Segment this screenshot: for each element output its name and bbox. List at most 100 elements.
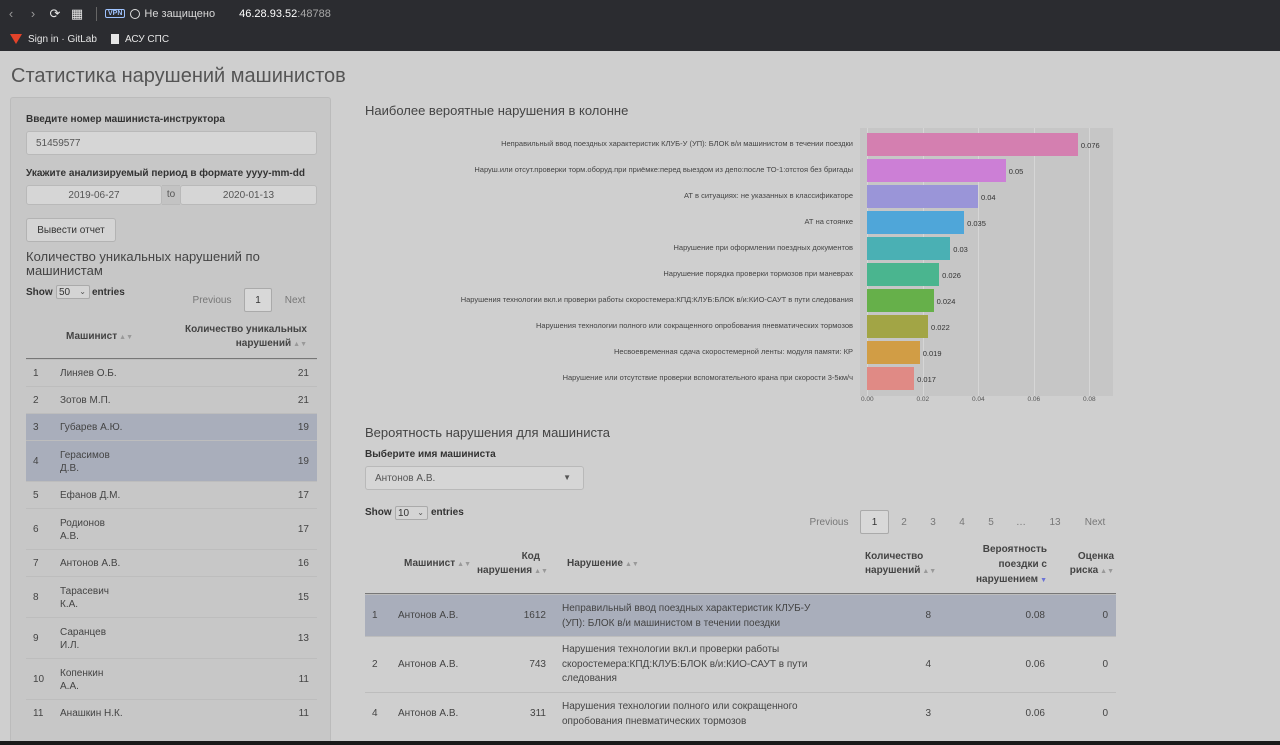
date-from-input[interactable]: 2019-06-27 [26, 185, 162, 205]
table-row[interactable]: 6 Родионов А.В. 17 [26, 508, 317, 549]
table-row[interactable]: 10 Копенкин А.А. 11 [26, 658, 317, 699]
driver-name: Герасимов Д.В. [60, 450, 110, 474]
tabs-grid-icon[interactable]: ▦ [66, 6, 88, 22]
table-row[interactable]: 11 Анашкин Н.К. 11 [26, 699, 317, 726]
date-to-input[interactable]: 2020-01-13 [180, 185, 317, 205]
violation-qty: 4 [925, 659, 931, 670]
risk-score: 0 [1102, 659, 1108, 670]
table-row[interactable]: 3 Губарев А.Ю. 19 [26, 413, 317, 440]
table-row[interactable]: 2 Зотов М.П. 21 [26, 386, 317, 413]
row-index: 1 [33, 368, 39, 379]
unique-violations-title: Количество уникальных нарушений по машин… [26, 249, 260, 278]
browser-toolbar: ‹ › ⟳ ▦ VPN Не защищено 46.28.93.52 :487… [0, 0, 1280, 27]
next-page-button-2[interactable]: Next [1074, 510, 1116, 534]
page-button-4[interactable]: 4 [949, 510, 975, 534]
vpn-badge[interactable]: VPN [105, 9, 126, 18]
column-header-probability[interactable]: Вероятность поездки с нарушением ▼ [955, 542, 1047, 588]
row-index: 7 [33, 558, 39, 569]
violation-code: 311 [530, 708, 546, 719]
page-button-3[interactable]: 3 [920, 510, 946, 534]
reload-icon[interactable]: ⟳ [44, 6, 66, 22]
column-header-unique-count[interactable]: Количество уникальных нарушений ▲▼ [161, 323, 307, 352]
bar-category-label: АТ в ситуациях: не указанных в классифик… [683, 191, 853, 200]
bookmark-gitlab[interactable]: Sign in · GitLab [10, 34, 97, 45]
violation-code: 743 [529, 659, 546, 670]
bar [867, 367, 915, 390]
report-button[interactable]: Вывести отчет [26, 218, 116, 242]
bar [867, 289, 934, 312]
address-port[interactable]: :48788 [297, 8, 331, 20]
driver-name: Родионов А.В. [60, 518, 105, 542]
sort-icon: ▲▼ [624, 561, 639, 568]
page-button-1[interactable]: 1 [244, 288, 272, 312]
driver-name: Антонов А.В. [398, 610, 459, 621]
page-button-1[interactable]: 1 [860, 510, 889, 534]
bar-category-label: Нарушения технологии полного или сокраще… [536, 321, 853, 330]
address-host[interactable]: 46.28.93.52 [239, 8, 297, 20]
sidebar-panel: Введите номер машиниста-инструктора 5145… [10, 97, 331, 745]
forward-icon[interactable]: › [22, 6, 44, 21]
x-tick-label: 0.00 [861, 396, 874, 403]
x-tick-label: 0.02 [916, 396, 930, 403]
previous-page-button[interactable]: Previous [181, 288, 243, 312]
back-icon[interactable]: ‹ [0, 6, 22, 21]
sort-icon: ▲▼ [534, 568, 548, 575]
violation-text: Неправильный ввод поездных характеристик… [562, 603, 811, 629]
x-tick-label: 0.06 [1027, 396, 1041, 403]
unique-count: 13 [297, 633, 309, 644]
table-row[interactable]: 8 Тарасевич К.А. 15 [26, 576, 317, 617]
bar-category-label: Нарушение или отсутствие проверки вспомо… [562, 373, 853, 382]
security-status[interactable]: Не защищено [144, 8, 215, 20]
row-index: 11 [33, 708, 44, 719]
column-header-driver-2[interactable]: Машинист ▲▼ [404, 558, 471, 569]
page-button-2[interactable]: 2 [891, 510, 917, 534]
row-index: 5 [33, 490, 39, 501]
column-header-driver[interactable]: Машинист ▲▼ [66, 331, 133, 342]
column-header-risk[interactable]: Оценка риска ▲▼ [1060, 550, 1114, 579]
driver-name: Антонов А.В. [398, 708, 459, 719]
table-row[interactable]: 1 Линяев О.Б. 21 [26, 359, 317, 386]
table-row[interactable]: 7 Антонов А.В. 16 [26, 549, 317, 576]
page-button-13[interactable]: 13 [1040, 510, 1070, 534]
row-index: 10 [33, 674, 45, 685]
instructor-number-input[interactable]: 51459577 [26, 131, 317, 155]
table-row[interactable]: 5 Ефанов Д.М. 17 [26, 481, 317, 508]
table-row[interactable]: 4 Антонов А.В. 311 Нарушения технологии пол… [365, 692, 1116, 734]
gridline [1033, 128, 1035, 396]
x-tick-label: 0.04 [972, 396, 985, 403]
next-page-button[interactable]: Next [275, 288, 315, 312]
table-row[interactable]: 4 Герасимов Д.В. 19 [26, 440, 317, 481]
sort-icon: ▲▼ [119, 334, 134, 341]
unique-count: 15 [297, 592, 309, 603]
chevron-down-icon: ⌄ [417, 508, 424, 517]
unique-count: 21 [297, 368, 309, 379]
page-button-5[interactable]: 5 [978, 510, 1004, 534]
previous-page-button-2[interactable]: Previous [800, 510, 858, 534]
bookmark-asu-sps[interactable]: АСУ СПС [110, 34, 169, 45]
bookmark-label: Sign in · GitLab [28, 33, 97, 45]
column-header-code[interactable]: Код нарушения ▲▼ [477, 550, 548, 579]
table-row[interactable]: 1 Антонов А.В. 1612 Неправильный ввод поезд… [365, 594, 1116, 636]
driver-select[interactable]: Антонов А.В. ▼ [365, 466, 584, 490]
bar-category-label: Неправильный ввод поездных характеристик… [501, 139, 853, 148]
document-icon [110, 34, 119, 44]
page-length-select-2[interactable]: 10 ⌄ [395, 506, 428, 520]
show-label-2: Show [365, 507, 392, 518]
column-header-qty[interactable]: Количество нарушений ▲▼ [865, 550, 940, 579]
driver-name: Зотов М.П. [60, 395, 111, 406]
table-row[interactable]: 9 Саранцев И.Л. 13 [26, 617, 317, 658]
row-index: 2 [372, 659, 378, 670]
driver-select-value: Антонов А.В. [375, 472, 436, 484]
column-header-violation[interactable]: Нарушение ▲▼ [567, 558, 639, 569]
bookmarks-bar: Sign in · GitLab АСУ СПС [0, 27, 1280, 51]
unique-count: 21 [297, 395, 309, 406]
page-length-select[interactable]: 50 ⌄ [56, 285, 90, 299]
bar [867, 237, 951, 260]
bar-value-label: 0.024 [936, 297, 956, 306]
globe-icon [130, 8, 141, 19]
bar [867, 133, 1078, 156]
row-index: 3 [33, 422, 39, 433]
table-row[interactable]: 2 Антонов А.В. 743 Нарушения технологии вкл… [365, 636, 1116, 692]
app-page: Статистика нарушений машинистов Введите … [0, 51, 1280, 745]
sort-icon: ▲▼ [457, 561, 472, 568]
